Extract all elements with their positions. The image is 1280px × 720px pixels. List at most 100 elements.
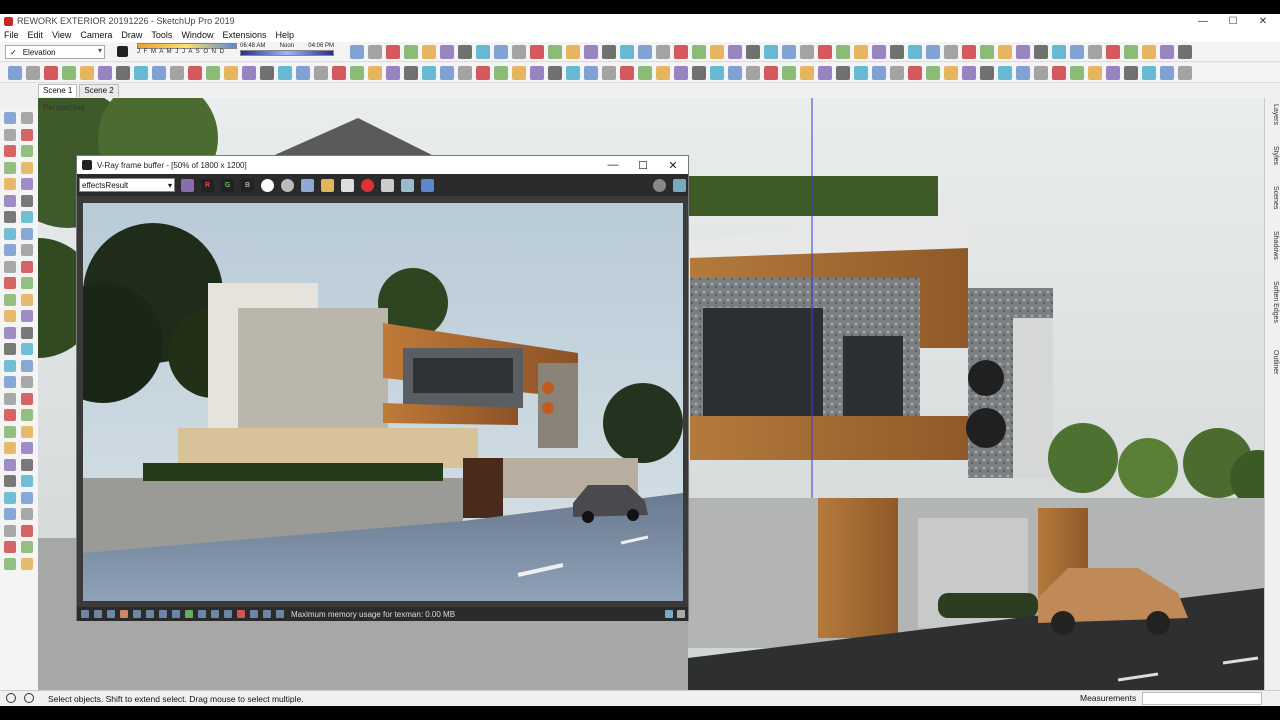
toolbar2-tool-icon[interactable] [170,66,184,80]
toolbar2-tool-icon[interactable] [512,66,526,80]
toolbar2-tool-icon[interactable] [152,66,166,80]
drawing-tool-icon[interactable] [4,541,16,553]
drawing-tool-icon[interactable] [4,376,16,388]
toolbar1-tool-icon[interactable] [566,45,580,59]
toolbar2-tool-icon[interactable] [494,66,508,80]
status-icon-15[interactable] [263,610,271,618]
drawing-tool-icon[interactable] [4,161,16,174]
open-folder-icon[interactable] [321,179,334,192]
toolbar1-tool-icon[interactable] [818,45,832,59]
drawing-tool-icon[interactable] [4,211,16,223]
toolbar2-tool-icon[interactable] [674,66,688,80]
toolbar1-tool-icon[interactable] [1124,45,1138,59]
shadow-time-slider[interactable]: 06:48 AM Noon 04:06 PM [240,43,334,61]
drawing-tool-icon[interactable] [21,491,33,504]
toolbar2-tool-icon[interactable] [242,66,256,80]
blue-channel-button[interactable]: B [241,179,254,192]
drawing-tool-icon[interactable] [4,145,16,157]
menu-file[interactable]: File [4,30,19,40]
toolbar2-tool-icon[interactable] [962,66,976,80]
toolbar2-tool-icon[interactable] [638,66,652,80]
drawing-tool-icon[interactable] [21,227,33,240]
toolbar1-tool-icon[interactable] [962,45,976,59]
status-icon-16[interactable] [276,610,284,618]
menu-draw[interactable]: Draw [121,30,142,40]
toolbar2-tool-icon[interactable] [1070,66,1084,80]
toolbar2-tool-icon[interactable] [836,66,850,80]
style-select[interactable]: ✓ Elevation ▾ [5,45,105,59]
toolbar1-tool-icon[interactable] [764,45,778,59]
eraser-style-icon[interactable] [117,46,128,57]
status-icon-11[interactable] [211,610,219,618]
vray-close-button[interactable]: ✕ [658,156,688,174]
toolbar2-tool-icon[interactable] [404,66,418,80]
tab-soften-edges[interactable]: Soften Edges [1267,281,1279,323]
menu-tools[interactable]: Tools [151,30,172,40]
status-icon-5[interactable] [133,610,141,618]
tab-styles[interactable]: Styles [1267,146,1279,165]
drawing-tool-icon[interactable] [21,326,33,339]
drawing-tool-icon[interactable] [4,194,16,207]
toolbar2-tool-icon[interactable] [62,66,76,80]
toolbar1-tool-icon[interactable] [908,45,922,59]
drawing-tool-icon[interactable] [21,343,33,355]
menu-extensions[interactable]: Extensions [222,30,266,40]
drawing-tool-icon[interactable] [21,541,33,553]
toolbar1-tool-icon[interactable] [674,45,688,59]
status-icon-right-2[interactable] [677,610,685,618]
toolbar2-tool-icon[interactable] [980,66,994,80]
toolbar1-tool-icon[interactable] [512,45,526,59]
toolbar2-tool-icon[interactable] [368,66,382,80]
toolbar2-tool-icon[interactable] [710,66,724,80]
drawing-tool-icon[interactable] [21,128,33,141]
drawing-tool-icon[interactable] [21,161,33,174]
menu-help[interactable]: Help [275,30,294,40]
toolbar1-tool-icon[interactable] [890,45,904,59]
toolbar2-tool-icon[interactable] [1178,66,1192,80]
toolbar1-tool-icon[interactable] [1142,45,1156,59]
drawing-tool-icon[interactable] [21,244,33,256]
drawing-tool-icon[interactable] [21,458,33,471]
camera-icon[interactable] [673,179,686,192]
vray-maximize-button[interactable]: ☐ [628,156,658,174]
menu-view[interactable]: View [52,30,71,40]
toolbar2-tool-icon[interactable] [818,66,832,80]
toolbar2-tool-icon[interactable] [602,66,616,80]
toolbar1-tool-icon[interactable] [602,45,616,59]
toolbar2-tool-icon[interactable] [998,66,1012,80]
toolbar1-tool-icon[interactable] [530,45,544,59]
info-icon[interactable] [24,693,34,703]
clear-icon[interactable] [341,179,354,192]
toolbar2-tool-icon[interactable] [926,66,940,80]
toolbar2-tool-icon[interactable] [1142,66,1156,80]
toolbar2-tool-icon[interactable] [1052,66,1066,80]
drawing-tool-icon[interactable] [21,442,33,454]
status-icon-right-1[interactable] [665,610,673,618]
toolbar1-tool-icon[interactable] [1052,45,1066,59]
toolbar2-tool-icon[interactable] [26,66,40,80]
toolbar2-tool-icon[interactable] [296,66,310,80]
toolbar2-tool-icon[interactable] [350,66,364,80]
drawing-tool-icon[interactable] [21,409,33,421]
toolbar2-tool-icon[interactable] [620,66,634,80]
status-icon-14[interactable] [250,610,258,618]
close-button[interactable]: ✕ [1248,14,1278,28]
toolbar1-tool-icon[interactable] [404,45,418,59]
toolbar2-tool-icon[interactable] [692,66,706,80]
save-image-icon[interactable] [301,179,314,192]
toolbar2-tool-icon[interactable] [890,66,904,80]
drawing-tool-icon[interactable] [4,310,16,322]
drawing-tool-icon[interactable] [4,392,16,405]
drawing-tool-icon[interactable] [4,244,16,256]
menu-window[interactable]: Window [181,30,213,40]
toolbar2-tool-icon[interactable] [278,66,292,80]
toolbar2-tool-icon[interactable] [206,66,220,80]
toolbar1-tool-icon[interactable] [854,45,868,59]
toolbar1-tool-icon[interactable] [368,45,382,59]
status-icon-4[interactable] [120,610,128,618]
status-icon-6[interactable] [146,610,154,618]
status-icon-8[interactable] [172,610,180,618]
status-icon-7[interactable] [159,610,167,618]
toolbar2-tool-icon[interactable] [224,66,238,80]
drawing-tool-icon[interactable] [4,260,16,273]
